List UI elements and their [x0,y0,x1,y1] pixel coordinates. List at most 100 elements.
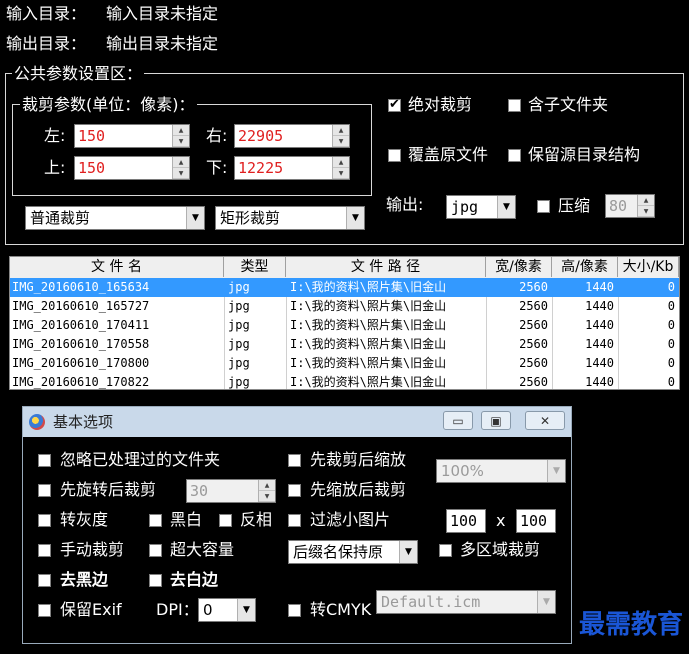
col-height[interactable]: 高/像素 [552,257,618,277]
crop-bottom-label: 下: [206,158,228,177]
col-path[interactable]: 文 件 路 径 [286,257,486,277]
overwrite-checkbox[interactable] [388,149,401,162]
chevron-down-icon[interactable]: ▼ [237,599,255,621]
cell-type: jpg [228,280,250,294]
cell-path: I:\我的资料\照片集\旧金山 [290,337,447,351]
scale-select[interactable]: 100% ▼ [436,459,566,483]
ignore-processed-checkbox[interactable] [38,454,51,467]
crop-right-input[interactable]: 22905 ▲ ▼ [234,124,350,148]
filter-width-input[interactable]: 100 [446,509,486,533]
crop-then-scale-checkbox[interactable] [288,454,301,467]
suffix-select[interactable]: 后缀名保持原 ▼ [288,540,418,564]
watermark: 最需教育 [578,610,683,640]
crop-mode-select[interactable]: 普通裁剪 ▼ [25,206,205,230]
bw-checkbox[interactable] [149,514,162,527]
chevron-down-icon[interactable]: ▼ [497,196,515,218]
invert-checkbox[interactable] [219,514,232,527]
chevron-down-icon[interactable]: ▼ [547,460,565,482]
crop-bottom-spinner[interactable]: ▲ ▼ [332,157,349,179]
output-dir-value: 输出目录未指定 [106,34,219,53]
chevron-down-icon[interactable]: ▼ [346,207,364,229]
minimize-button[interactable]: ▭ [443,411,473,430]
crop-then-scale-label: 先裁剪后缩放 [310,450,407,469]
crop-bottom-input[interactable]: 12225 ▲ ▼ [234,156,350,180]
large-capacity-checkbox[interactable] [149,544,162,557]
include-subfolders-checkbox[interactable] [508,99,521,112]
table-row[interactable]: IMG_20160610_165634 jpg I:\我的资料\照片集\旧金山 … [10,278,679,297]
col-size[interactable]: 大小/Kb [618,257,679,277]
compress-quality-spinner[interactable]: ▲ ▼ [637,195,654,217]
table-row[interactable]: IMG_20160610_170411 jpg I:\我的资料\照片集\旧金山 … [10,316,679,335]
input-dir-label: 输入目录： [6,4,87,23]
table-row[interactable]: IMG_20160610_165727 jpg I:\我的资料\照片集\旧金山 … [10,297,679,316]
output-format-select[interactable]: jpg ▼ [446,195,516,219]
remove-white-label: 去白边 [170,570,219,589]
rotate-then-crop-label: 先旋转后裁剪 [60,480,157,499]
chevron-down-icon[interactable]: ▼ [399,541,417,563]
multi-region-checkbox[interactable] [439,544,452,557]
dialog-titlebar[interactable]: 基本选项 ▭ ▣ ✕ [23,407,571,437]
table-row[interactable]: IMG_20160610_170822 jpg I:\我的资料\照片集\旧金山 … [10,373,679,389]
chevron-down-icon[interactable]: ▼ [186,207,204,229]
cell-filename: IMG_20160610_165634 [12,280,150,294]
close-button[interactable]: ✕ [525,411,565,430]
col-type[interactable]: 类型 [224,257,286,277]
chevron-down-icon[interactable]: ▼ [537,591,555,613]
manual-crop-checkbox[interactable] [38,544,51,557]
crop-right-spinner[interactable]: ▲ ▼ [332,125,349,147]
maximize-button[interactable]: ▣ [481,411,511,430]
grayscale-checkbox[interactable] [38,514,51,527]
icm-select[interactable]: Default.icm ▼ [376,590,556,614]
crop-top-spinner[interactable]: ▲ ▼ [172,157,189,179]
cell-size: 0 [667,337,675,351]
rotate-then-crop-checkbox[interactable] [38,484,51,497]
cell-height: 1440 [585,318,614,332]
cell-width: 2560 [519,356,548,370]
remove-white-checkbox[interactable] [149,574,162,587]
output-dir-label: 输出目录： [6,34,87,53]
invert-label: 反相 [240,510,273,529]
cell-path: I:\我的资料\照片集\旧金山 [290,299,447,313]
filter-height-input[interactable]: 100 [516,509,556,533]
cell-width: 2560 [519,337,548,351]
cmyk-checkbox[interactable] [288,604,301,617]
crop-left-label: 左: [44,126,66,145]
cell-height: 1440 [585,299,614,313]
multi-region-label: 多区域裁剪 [460,540,541,559]
crop-left-input[interactable]: 150 ▲ ▼ [74,124,190,148]
rotate-angle-spinner[interactable]: ▲ ▼ [258,480,275,502]
keep-exif-checkbox[interactable] [38,604,51,617]
file-table[interactable]: 文 件 名 类型 文 件 路 径 宽/像素 高/像素 大小/Kb IMG_201… [9,256,680,390]
cell-width: 2560 [519,318,548,332]
crop-left-spinner[interactable]: ▲ ▼ [172,125,189,147]
manual-crop-label: 手动裁剪 [60,540,125,559]
cell-height: 1440 [585,280,614,294]
remove-black-checkbox[interactable] [38,574,51,587]
compress-checkbox[interactable] [537,200,550,213]
filter-small-checkbox[interactable] [288,514,301,527]
dpi-label: DPI： [156,600,199,619]
table-row[interactable]: IMG_20160610_170558 jpg I:\我的资料\照片集\旧金山 … [10,335,679,354]
crop-right-label: 右: [206,126,228,145]
col-filename[interactable]: 文 件 名 [10,257,224,277]
cell-type: jpg [228,337,250,351]
cell-filename: IMG_20160610_165727 [12,299,150,313]
table-row[interactable]: IMG_20160610_170800 jpg I:\我的资料\照片集\旧金山 … [10,354,679,373]
crop-shape-select[interactable]: 矩形裁剪 ▼ [215,206,365,230]
large-capacity-label: 超大容量 [170,540,235,559]
compress-quality-input[interactable]: 80 ▲ ▼ [605,194,655,218]
col-width[interactable]: 宽/像素 [486,257,552,277]
absolute-crop-checkbox[interactable] [388,96,401,114]
ignore-processed-label: 忽略已处理过的文件夹 [60,450,221,469]
keep-structure-checkbox[interactable] [508,149,521,162]
scale-value: 100% [441,462,484,480]
dpi-select[interactable]: 0 ▼ [198,598,256,622]
crop-top-input[interactable]: 150 ▲ ▼ [74,156,190,180]
scale-then-crop-label: 先缩放后裁剪 [310,480,407,499]
input-dir-value: 输入目录未指定 [106,4,219,23]
rotate-angle-input[interactable]: 30 ▲ ▼ [186,479,276,503]
keep-exif-label: 保留Exif [60,600,122,619]
scale-then-crop-checkbox[interactable] [288,484,301,497]
cell-type: jpg [228,356,250,370]
cell-path: I:\我的资料\照片集\旧金山 [290,280,447,294]
